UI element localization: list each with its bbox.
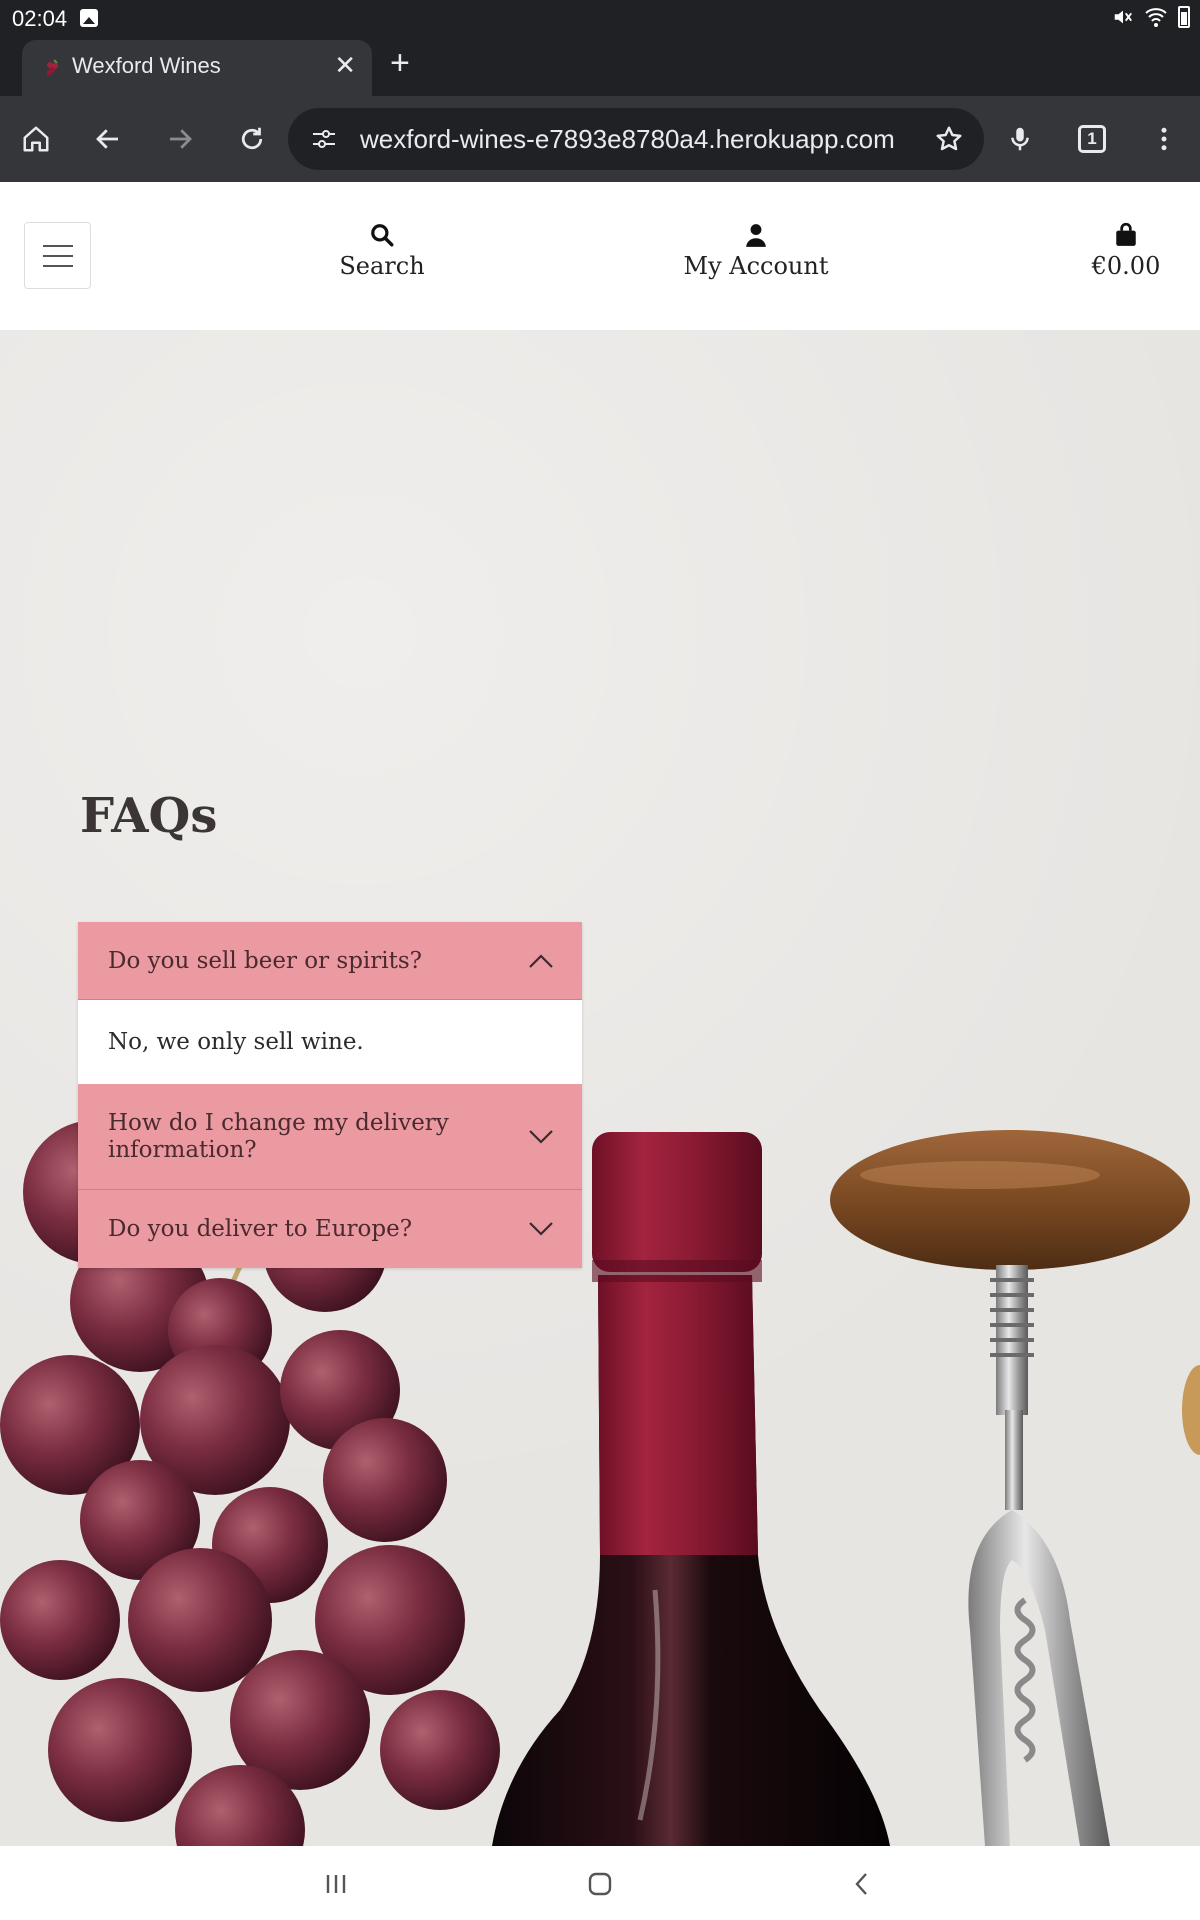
- battery-icon: [1178, 6, 1190, 28]
- forward-button[interactable]: [156, 115, 204, 163]
- status-bar: 02:04: [0, 0, 1200, 38]
- chevron-down-icon: [529, 1129, 553, 1144]
- forward-arrow-icon: [170, 129, 192, 149]
- faq-question-2-text: How do I change my delivery information?: [108, 1110, 449, 1163]
- faq-accordion: Do you sell beer or spirits? No, we only…: [78, 922, 582, 1268]
- my-account-link[interactable]: My Account: [676, 222, 836, 280]
- url-text[interactable]: wexford-wines-e7893e8780a4.herokuapp.com: [360, 124, 900, 155]
- new-tab-button[interactable]: +: [390, 46, 410, 80]
- browser-toolbar: wexford-wines-e7893e8780a4.herokuapp.com…: [0, 96, 1200, 182]
- back-chevron-icon: [855, 1873, 867, 1895]
- recent-apps-button[interactable]: [316, 1864, 356, 1904]
- back-arrow-icon: [96, 129, 118, 149]
- image-notification-icon: [80, 9, 98, 27]
- voice-search-button[interactable]: [996, 115, 1044, 163]
- menu-toggle-button[interactable]: [24, 222, 91, 289]
- home-nav-button[interactable]: [580, 1864, 620, 1904]
- faq-question-3[interactable]: Do you deliver to Europe?: [78, 1190, 582, 1268]
- my-account-label: My Account: [683, 252, 829, 280]
- reload-button[interactable]: [228, 115, 276, 163]
- chevron-up-icon: [529, 953, 553, 968]
- mute-icon: [1114, 10, 1132, 24]
- close-tab-icon[interactable]: ✕: [334, 50, 356, 81]
- cart-link[interactable]: €0.00: [1080, 222, 1172, 280]
- hamburger-icon: [42, 244, 73, 247]
- menu-button[interactable]: [1140, 115, 1188, 163]
- status-icons: [1112, 6, 1190, 28]
- chevron-down-icon: [529, 1222, 553, 1236]
- grape-favicon-icon: [46, 59, 58, 76]
- back-nav-button[interactable]: [842, 1864, 882, 1904]
- status-time: 02:04: [12, 6, 68, 31]
- corkscrew: [830, 1130, 1200, 1846]
- faq-question-2[interactable]: How do I change my delivery information?: [78, 1084, 582, 1190]
- hamburger-line: [42, 254, 73, 257]
- system-navigation-bar: [0, 1846, 1200, 1920]
- hero-section: FAQs Do you sell beer or spirits? No, we…: [0, 330, 1200, 1846]
- faq-answer-1-text: No, we only sell wine.: [108, 1029, 364, 1055]
- address-bar[interactable]: wexford-wines-e7893e8780a4.herokuapp.com: [288, 108, 984, 170]
- faq-question-1[interactable]: Do you sell beer or spirits?: [78, 922, 582, 1000]
- user-icon: [746, 224, 766, 247]
- recent-apps-icon: [326, 1875, 346, 1893]
- browser-tab[interactable]: Wexford Wines ✕: [22, 40, 372, 96]
- more-vert-icon: [1161, 127, 1167, 151]
- site-header: Search My Account €0.00: [0, 182, 1200, 330]
- reload-icon: [241, 127, 263, 150]
- tab-count: 1: [1078, 125, 1106, 153]
- search-link[interactable]: Search: [332, 222, 432, 280]
- faq-answer-1: No, we only sell wine.: [78, 1000, 582, 1084]
- hamburger-line: [42, 264, 73, 267]
- bookmark-star-icon[interactable]: [934, 124, 964, 154]
- tab-strip: Wexford Wines ✕ +: [0, 38, 1200, 96]
- home-circle-icon: [588, 1872, 612, 1896]
- search-icon: [371, 224, 394, 247]
- search-label: Search: [339, 252, 425, 280]
- microphone-icon: [1011, 127, 1029, 151]
- tab-title: Wexford Wines: [72, 53, 221, 78]
- tab-switcher-button[interactable]: 1: [1068, 115, 1116, 163]
- faq-question-3-text: Do you deliver to Europe?: [108, 1216, 413, 1242]
- site-settings-icon[interactable]: [310, 126, 338, 152]
- shopping-bag-icon: [1116, 222, 1136, 246]
- page-title: FAQs: [80, 788, 218, 844]
- back-button[interactable]: [84, 115, 132, 163]
- cart-total: €0.00: [1091, 252, 1161, 280]
- home-icon: [23, 126, 49, 152]
- home-button[interactable]: [12, 115, 60, 163]
- wifi-icon: [1145, 8, 1167, 27]
- faq-question-1-text: Do you sell beer or spirits?: [108, 947, 423, 974]
